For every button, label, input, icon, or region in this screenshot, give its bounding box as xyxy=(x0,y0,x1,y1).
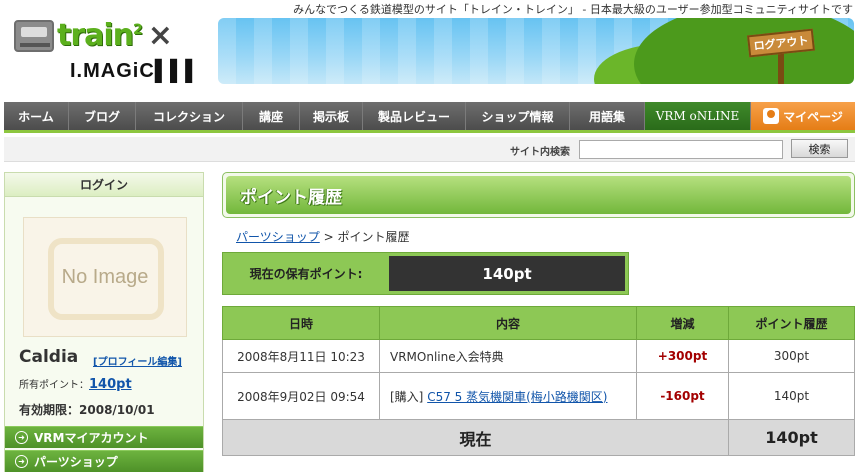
total-value: 140pt xyxy=(728,419,855,456)
nav-shop-info[interactable]: ショップ情報 xyxy=(466,102,570,130)
header-banner: ログアウト xyxy=(218,18,854,84)
expiration: 有効期限：2008/10/01 xyxy=(19,403,155,417)
page-title-box: ポイント履歴 xyxy=(222,172,855,218)
nav-course[interactable]: 講座 xyxy=(243,102,300,130)
current-points-label: 現在の保有ポイント: xyxy=(249,267,363,281)
logo-cross: × xyxy=(147,18,173,53)
row-balance: 140pt xyxy=(728,372,855,420)
nav-glossary[interactable]: 用語集 xyxy=(570,102,645,130)
header-change: 増減 xyxy=(636,306,729,340)
site-tagline: みんなでつくる鉄道模型のサイト「トレイン・トレイン」 - 日本最大級のユーザー参… xyxy=(293,3,853,16)
nav-collection[interactable]: コレクション xyxy=(136,102,243,130)
purchase-tag: [購入] xyxy=(390,389,424,404)
search-bar: サイト内検索 検索 xyxy=(4,137,855,162)
nav-vrm-online[interactable]: VRM oNLINE xyxy=(645,102,751,130)
train-logo-icon xyxy=(14,19,54,52)
search-input[interactable] xyxy=(579,140,783,159)
table-header-row: 日時 内容 増減 ポイント履歴 xyxy=(222,306,855,340)
total-row: 現在 140pt xyxy=(222,419,855,456)
current-points-box: 現在の保有ポイント: 140pt xyxy=(222,252,629,295)
expiration-date: 2008/10/01 xyxy=(79,403,155,417)
avatar: No Image xyxy=(23,217,187,337)
login-heading: ログイン xyxy=(5,173,203,197)
current-points-value: 140pt xyxy=(389,256,625,291)
nav-bbs[interactable]: 掲示板 xyxy=(300,102,363,130)
no-image-label: No Image xyxy=(61,265,149,288)
breadcrumb: パーツショップ > ポイント履歴 xyxy=(236,230,410,244)
product-link[interactable]: C57 5 蒸気機関車(梅小路機関区) xyxy=(427,390,607,404)
page-title: ポイント履歴 xyxy=(240,187,342,208)
user-icon xyxy=(763,108,780,124)
header-date: 日時 xyxy=(222,306,380,340)
point-history-table: 日時 内容 増減 ポイント履歴 2008年8月11日 10:23 VRMOnli… xyxy=(222,306,855,456)
username: Caldia xyxy=(19,347,79,367)
header-content: 内容 xyxy=(379,306,637,340)
nav-blog[interactable]: ブログ xyxy=(69,102,136,130)
sidebar-link-parts-shop[interactable]: ➜ パーツショップ xyxy=(5,450,203,472)
search-label: サイト内検索 xyxy=(510,147,570,158)
logo-wordmark: train2 xyxy=(57,18,143,53)
row-date: 2008年9月02日 09:54 xyxy=(222,372,380,420)
imagic-logo: I.MAGiC▌▌▌ xyxy=(70,60,201,82)
breadcrumb-current: ポイント履歴 xyxy=(337,230,410,244)
nav-home[interactable]: ホーム xyxy=(4,102,69,130)
row-content: VRMOnline入会特典 xyxy=(379,339,637,373)
breadcrumb-parts-shop[interactable]: パーツショップ xyxy=(236,230,320,244)
nav-mypage[interactable]: マイページ xyxy=(751,102,855,130)
row-date: 2008年8月11日 10:23 xyxy=(222,339,380,373)
row-balance: 300pt xyxy=(728,339,855,373)
arrow-right-icon: ➜ xyxy=(15,431,28,444)
total-label: 現在 xyxy=(222,419,729,456)
owned-points: 所有ポイント：140pt xyxy=(19,377,132,392)
sidebar-link-vrm-account[interactable]: ➜ VRMマイアカウント xyxy=(5,426,203,448)
row-change: -160pt xyxy=(636,372,729,420)
login-sidebar: ログイン No Image Caldia [プロフィール編集] 所有ポイント：1… xyxy=(4,172,204,472)
table-row: 2008年9月02日 09:54 [購入] C57 5 蒸気機関車(梅小路機関区… xyxy=(222,372,855,420)
arrow-right-icon: ➜ xyxy=(15,455,28,468)
table-row: 2008年8月11日 10:23 VRMOnline入会特典 +300pt 30… xyxy=(222,339,855,373)
owned-points-link[interactable]: 140pt xyxy=(89,377,132,392)
row-change: +300pt xyxy=(636,339,729,373)
global-nav: ホーム ブログ コレクション 講座 掲示板 製品レビュー ショップ情報 用語集 … xyxy=(4,102,855,133)
profile-edit-link[interactable]: [プロフィール編集] xyxy=(93,353,182,368)
row-content: [購入] C57 5 蒸気機関車(梅小路機関区) xyxy=(379,372,637,420)
search-button[interactable]: 検索 xyxy=(791,139,848,158)
site-logo[interactable]: train2 × I.MAGiC▌▌▌ xyxy=(14,16,199,86)
header-balance: ポイント履歴 xyxy=(728,306,855,340)
nav-review[interactable]: 製品レビュー xyxy=(363,102,466,130)
